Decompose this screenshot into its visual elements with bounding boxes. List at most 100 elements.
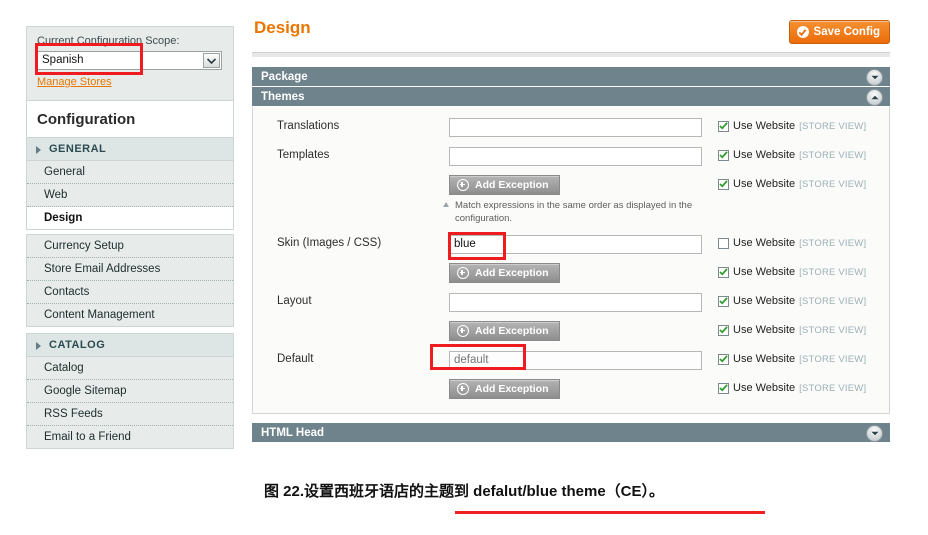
form-row-templates: Templates Use Website [STORE VIEW] xyxy=(253,146,889,168)
add-exception-button[interactable]: Add Exception xyxy=(449,263,560,283)
sidebar-item-design-label: Design xyxy=(44,212,83,224)
nav-section-general[interactable]: GENERAL xyxy=(27,138,233,161)
hint-text-label: Match expressions in the same order as d… xyxy=(455,200,693,224)
sidebar-item-currency-setup[interactable]: Currency Setup xyxy=(27,235,233,258)
scope-control-templates-exception: Use Website [STORE VIEW] xyxy=(704,175,889,190)
sidebar-item-catalog[interactable]: Catalog xyxy=(27,357,233,380)
use-website-label: Use Website xyxy=(733,178,796,190)
scope-control-templates: Use Website [STORE VIEW] xyxy=(704,146,889,161)
nav-group-general-rest: Currency Setup Store Email Addresses Con… xyxy=(26,234,234,327)
form-row-default-exception: Add Exception Use Website [STORE VIEW] xyxy=(253,379,889,401)
use-website-checkbox[interactable] xyxy=(718,382,729,394)
use-website-label: Use Website xyxy=(733,295,796,307)
form-row-layout-exception: Add Exception Use Website [STORE VIEW] xyxy=(253,321,889,343)
scope-badge: [STORE VIEW] xyxy=(799,353,867,365)
use-website-label: Use Website xyxy=(733,353,796,365)
triangle-up-icon xyxy=(443,202,449,207)
translations-input[interactable] xyxy=(449,117,702,137)
nav-section-catalog[interactable]: CATALOG xyxy=(27,334,233,357)
sidebar-item-design[interactable]: Design xyxy=(27,207,233,229)
section-header-html-head[interactable]: HTML Head xyxy=(252,423,890,443)
sidebar-item-google-sitemap-label: Google Sitemap xyxy=(44,385,127,397)
caption-underline xyxy=(455,511,765,514)
section-header-themes[interactable]: Themes xyxy=(252,87,890,107)
scope-control-translations: Use Website [STORE VIEW] xyxy=(704,117,889,132)
sidebar-item-email-to-a-friend[interactable]: Email to a Friend xyxy=(27,426,233,448)
sidebar-item-google-sitemap[interactable]: Google Sitemap xyxy=(27,380,233,403)
scope-control-layout: Use Website [STORE VIEW] xyxy=(704,292,889,307)
use-website-label: Use Website xyxy=(733,120,796,132)
use-website-checkbox[interactable] xyxy=(718,295,729,307)
skin-input[interactable] xyxy=(449,234,702,254)
sidebar-item-content-management[interactable]: Content Management xyxy=(27,304,233,326)
main-content: Design Save Config Package Themes Transl… xyxy=(252,18,890,443)
form-row-skin: Skin (Images / CSS) Use Website [STORE V… xyxy=(253,234,889,256)
use-website-checkbox[interactable] xyxy=(718,266,729,278)
sidebar-item-general[interactable]: General xyxy=(27,161,233,184)
default-input[interactable] xyxy=(449,350,702,370)
label-templates: Templates xyxy=(277,149,330,161)
scope-badge: [STORE VIEW] xyxy=(799,178,867,190)
add-exception-button[interactable]: Add Exception xyxy=(449,379,560,399)
add-exception-label: Add Exception xyxy=(475,325,549,337)
plus-circle-icon xyxy=(457,179,469,191)
use-website-checkbox[interactable] xyxy=(718,178,729,190)
sidebar-item-store-email-addresses-label: Store Email Addresses xyxy=(44,263,161,275)
triangle-right-icon xyxy=(36,146,41,154)
sidebar-item-store-email-addresses[interactable]: Store Email Addresses xyxy=(27,258,233,281)
screenshot-root: Current Configuration Scope: Spanish Man… xyxy=(0,0,928,535)
page-title-configuration: Configuration xyxy=(37,111,136,128)
scope-label: Current Configuration Scope: xyxy=(37,35,180,47)
scope-control-layout-exception: Use Website [STORE VIEW] xyxy=(704,321,889,336)
sidebar-item-email-to-a-friend-label: Email to a Friend xyxy=(44,431,131,443)
scope-control-default-exception: Use Website [STORE VIEW] xyxy=(704,379,889,394)
nav-section-catalog-label: CATALOG xyxy=(49,339,106,351)
use-website-checkbox[interactable] xyxy=(718,237,729,249)
chevron-down-icon[interactable] xyxy=(203,53,220,68)
use-website-checkbox[interactable] xyxy=(718,149,729,161)
scope-badge: [STORE VIEW] xyxy=(799,382,867,394)
sidebar-item-web[interactable]: Web xyxy=(27,184,233,207)
chevron-down-icon[interactable] xyxy=(866,425,883,442)
plus-circle-icon xyxy=(457,325,469,337)
add-exception-button[interactable]: Add Exception xyxy=(449,175,560,195)
manage-stores-link[interactable]: Manage Stores xyxy=(37,76,112,88)
add-exception-label: Add Exception xyxy=(475,179,549,191)
sidebar-item-contacts[interactable]: Contacts xyxy=(27,281,233,304)
scope-control-skin: Use Website [STORE VIEW] xyxy=(704,234,889,249)
add-exception-label: Add Exception xyxy=(475,267,549,279)
add-exception-button[interactable]: Add Exception xyxy=(449,321,560,341)
form-row-default: Default Use Website [STORE VIEW] xyxy=(253,350,889,372)
scope-control-default: Use Website [STORE VIEW] xyxy=(704,350,889,365)
form-row-translations: Translations Use Website [STORE VIEW] xyxy=(253,117,889,139)
sidebar-item-web-label: Web xyxy=(44,189,68,201)
scope-badge: [STORE VIEW] xyxy=(799,324,867,336)
save-config-button[interactable]: Save Config xyxy=(788,20,890,44)
scope-badge: [STORE VIEW] xyxy=(799,266,867,278)
figure-caption: 图 22.设置西班牙语店的主题到 defalut/blue theme（CE）。 xyxy=(0,480,928,501)
use-website-checkbox[interactable] xyxy=(718,324,729,336)
chevron-up-icon[interactable] xyxy=(866,89,883,106)
label-layout: Layout xyxy=(277,295,312,307)
sidebar-item-currency-setup-label: Currency Setup xyxy=(44,240,124,252)
use-website-label: Use Website xyxy=(733,149,796,161)
scope-select[interactable]: Spanish xyxy=(36,51,222,70)
use-website-label: Use Website xyxy=(733,266,796,278)
layout-input[interactable] xyxy=(449,292,702,312)
use-website-checkbox[interactable] xyxy=(718,120,729,132)
section-header-html-head-label: HTML Head xyxy=(261,426,325,439)
use-website-checkbox[interactable] xyxy=(718,353,729,365)
section-header-package[interactable]: Package xyxy=(252,67,890,87)
figure-caption-text: 图 22.设置西班牙语店的主题到 defalut/blue theme（CE）。 xyxy=(263,483,665,500)
sidebar-item-rss-feeds[interactable]: RSS Feeds xyxy=(27,403,233,426)
scope-panel: Current Configuration Scope: Spanish Man… xyxy=(26,26,234,101)
scope-select-value: Spanish xyxy=(42,54,84,66)
configuration-heading-panel: Configuration xyxy=(26,101,234,138)
scope-badge: [STORE VIEW] xyxy=(799,149,867,161)
label-skin: Skin (Images / CSS) xyxy=(277,237,382,249)
nav-group-general: GENERAL General Web Design xyxy=(26,138,234,230)
templates-input[interactable] xyxy=(449,146,702,166)
sidebar-item-rss-feeds-label: RSS Feeds xyxy=(44,408,103,420)
chevron-down-icon[interactable] xyxy=(866,69,883,86)
use-website-label: Use Website xyxy=(733,237,796,249)
